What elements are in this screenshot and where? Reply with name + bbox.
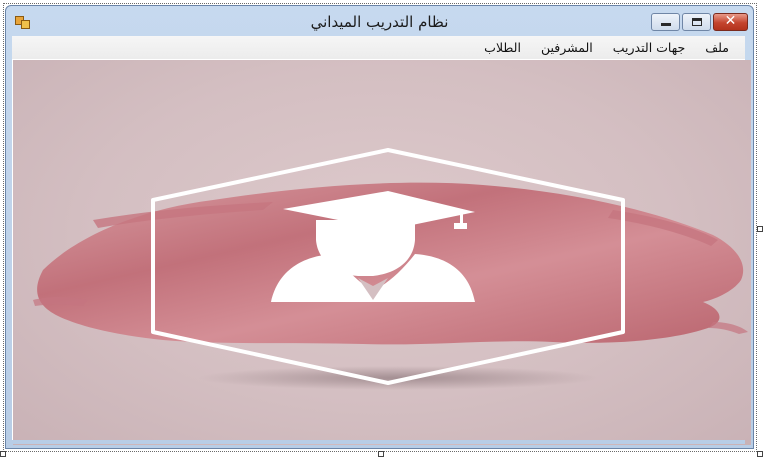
background-picture bbox=[13, 60, 751, 445]
minimize-button[interactable] bbox=[651, 13, 680, 31]
window-title: نظام التدريب الميداني bbox=[310, 13, 449, 31]
menu-item-file[interactable]: ملف bbox=[695, 40, 739, 55]
minimize-icon bbox=[661, 23, 671, 26]
resize-handle-right-center[interactable] bbox=[757, 226, 763, 232]
window-bottom-border bbox=[12, 440, 745, 444]
resize-handle-bottom-center[interactable] bbox=[378, 451, 384, 457]
maximize-button[interactable] bbox=[682, 13, 711, 31]
menu-item-students[interactable]: الطلاب bbox=[474, 40, 531, 55]
caption-buttons: ✕ bbox=[651, 13, 748, 31]
close-icon: ✕ bbox=[724, 13, 737, 29]
client-area: ملف جهات التدريب المشرفين الطلاب bbox=[12, 36, 751, 445]
title-bar[interactable]: نظام التدريب الميداني ✕ bbox=[6, 6, 753, 36]
maximize-icon bbox=[692, 18, 702, 26]
resize-handle-bottom-left[interactable] bbox=[0, 451, 6, 457]
menu-item-training-entities[interactable]: جهات التدريب bbox=[603, 40, 695, 55]
shadow-shape bbox=[198, 366, 598, 390]
graduate-logo-graphic bbox=[33, 148, 748, 390]
menu-bar: ملف جهات التدريب المشرفين الطلاب bbox=[12, 36, 745, 59]
main-window: نظام التدريب الميداني ✕ ملف جهات التدريب… bbox=[5, 5, 754, 449]
close-button[interactable]: ✕ bbox=[713, 13, 748, 31]
resize-handle-bottom-right[interactable] bbox=[757, 451, 763, 457]
menu-item-supervisors[interactable]: المشرفين bbox=[531, 40, 603, 55]
